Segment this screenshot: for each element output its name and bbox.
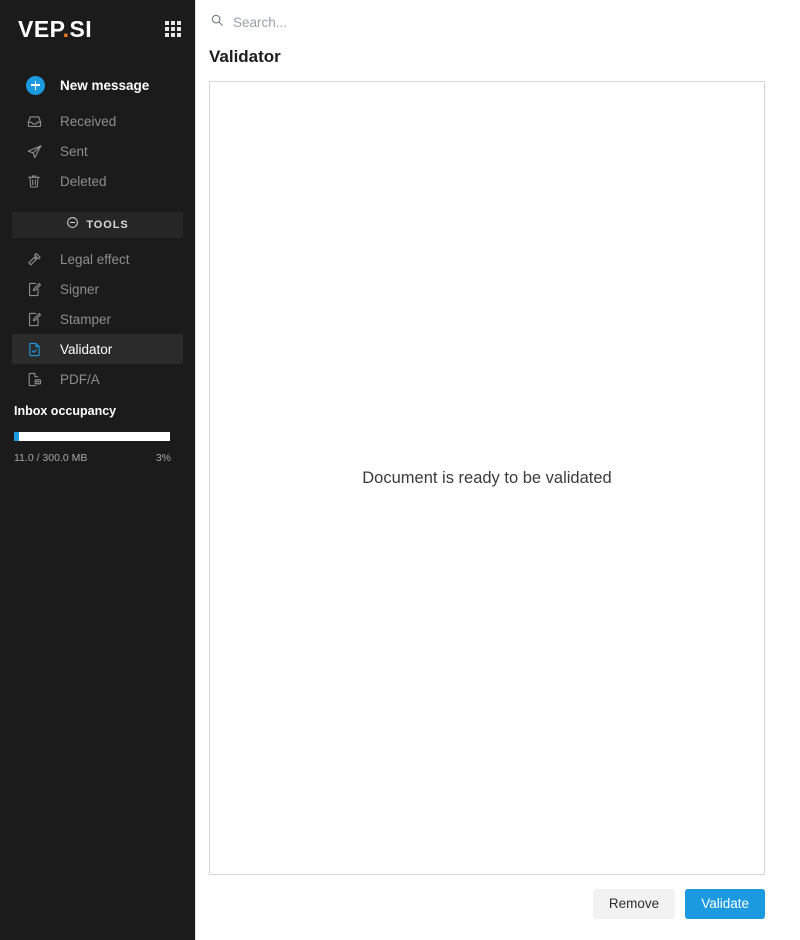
sidebar-item-label: Received [60, 113, 117, 129]
inbox-icon [26, 111, 48, 131]
sidebar-item-label: PDF/A [60, 371, 100, 387]
sidebar-nav: New message Received Sent Deleted [0, 68, 195, 196]
main-content: Validator Document is ready to be valida… [195, 0, 800, 940]
sidebar-item-label: Validator [60, 341, 113, 357]
app-logo: VEP.SI [18, 15, 93, 42]
plus-circle-icon [26, 75, 48, 95]
sidebar-item-received[interactable]: Received [12, 106, 183, 136]
apps-grid-cell [171, 21, 175, 25]
sidebar-item-label: Deleted [60, 173, 107, 189]
search-input[interactable] [233, 14, 533, 30]
sidebar-item-signer[interactable]: Signer [12, 274, 183, 304]
paper-plane-icon [26, 141, 48, 161]
document-check-icon [26, 339, 48, 359]
sidebar-item-validator[interactable]: Validator [12, 334, 183, 364]
tools-nav: Legal effect Signer Stamper Validator PD… [0, 244, 195, 394]
sidebar-item-label: Stamper [60, 311, 112, 327]
search-bar [196, 0, 800, 44]
validate-button[interactable]: Validate [685, 889, 765, 919]
apps-grid-cell [165, 21, 169, 25]
logo-text-part1: VEP [18, 15, 63, 42]
sidebar-item-label: Legal effect [60, 251, 130, 267]
new-message-button[interactable]: New message [12, 68, 183, 102]
apps-grid-cell [177, 27, 181, 31]
new-message-label: New message [60, 77, 150, 93]
action-bar: Remove Validate [209, 889, 765, 919]
sidebar-item-legal-effect[interactable]: Legal effect [12, 244, 183, 274]
minus-circle-icon [66, 216, 79, 234]
search-icon [210, 13, 224, 32]
remove-button[interactable]: Remove [592, 889, 676, 919]
tools-section-header[interactable]: TOOLS [12, 212, 183, 238]
sidebar-item-label: Signer [60, 281, 100, 297]
page-title: Validator [209, 47, 281, 66]
apps-grid-cell [165, 27, 169, 31]
trash-icon [26, 171, 48, 191]
apps-grid-cell [165, 33, 169, 37]
apps-grid-cell [171, 33, 175, 37]
tools-section-label: TOOLS [86, 219, 129, 231]
sidebar-item-deleted[interactable]: Deleted [12, 166, 183, 196]
logo-text-part2: SI [69, 15, 93, 42]
apps-grid-cell [177, 21, 181, 25]
pdf-icon [26, 369, 48, 389]
gavel-icon [26, 249, 48, 269]
document-status-text: Document is ready to be validated [362, 468, 612, 487]
apps-grid-cell [177, 33, 181, 37]
inbox-occupancy: Inbox occupancy 11.0 / 300.0 MB 3% [14, 404, 171, 464]
apps-grid-icon[interactable] [165, 21, 181, 37]
app-root: VEP.SI New message Received Sent Deleted… [0, 0, 800, 940]
sidebar: VEP.SI New message Received Sent Deleted… [0, 0, 195, 940]
sidebar-item-pdfa[interactable]: PDF/A [12, 364, 183, 394]
inbox-occupancy-percent: 3% [155, 452, 171, 464]
inbox-occupancy-usage: 11.0 / 300.0 MB [14, 452, 88, 464]
sidebar-header: VEP.SI [0, 6, 195, 52]
document-preview-panel[interactable]: Document is ready to be validated [209, 81, 765, 875]
inbox-occupancy-title: Inbox occupancy [14, 404, 117, 418]
apps-grid-cell [171, 27, 175, 31]
inbox-occupancy-meta: 11.0 / 300.0 MB 3% [14, 452, 171, 464]
sidebar-item-sent[interactable]: Sent [12, 136, 183, 166]
document-pen-icon [26, 309, 48, 329]
document-pen-icon [26, 279, 48, 299]
sidebar-item-stamper[interactable]: Stamper [12, 304, 183, 334]
sidebar-item-label: Sent [60, 143, 88, 159]
inbox-occupancy-progress-bar [14, 432, 170, 441]
inbox-occupancy-progress-fill [14, 432, 19, 441]
